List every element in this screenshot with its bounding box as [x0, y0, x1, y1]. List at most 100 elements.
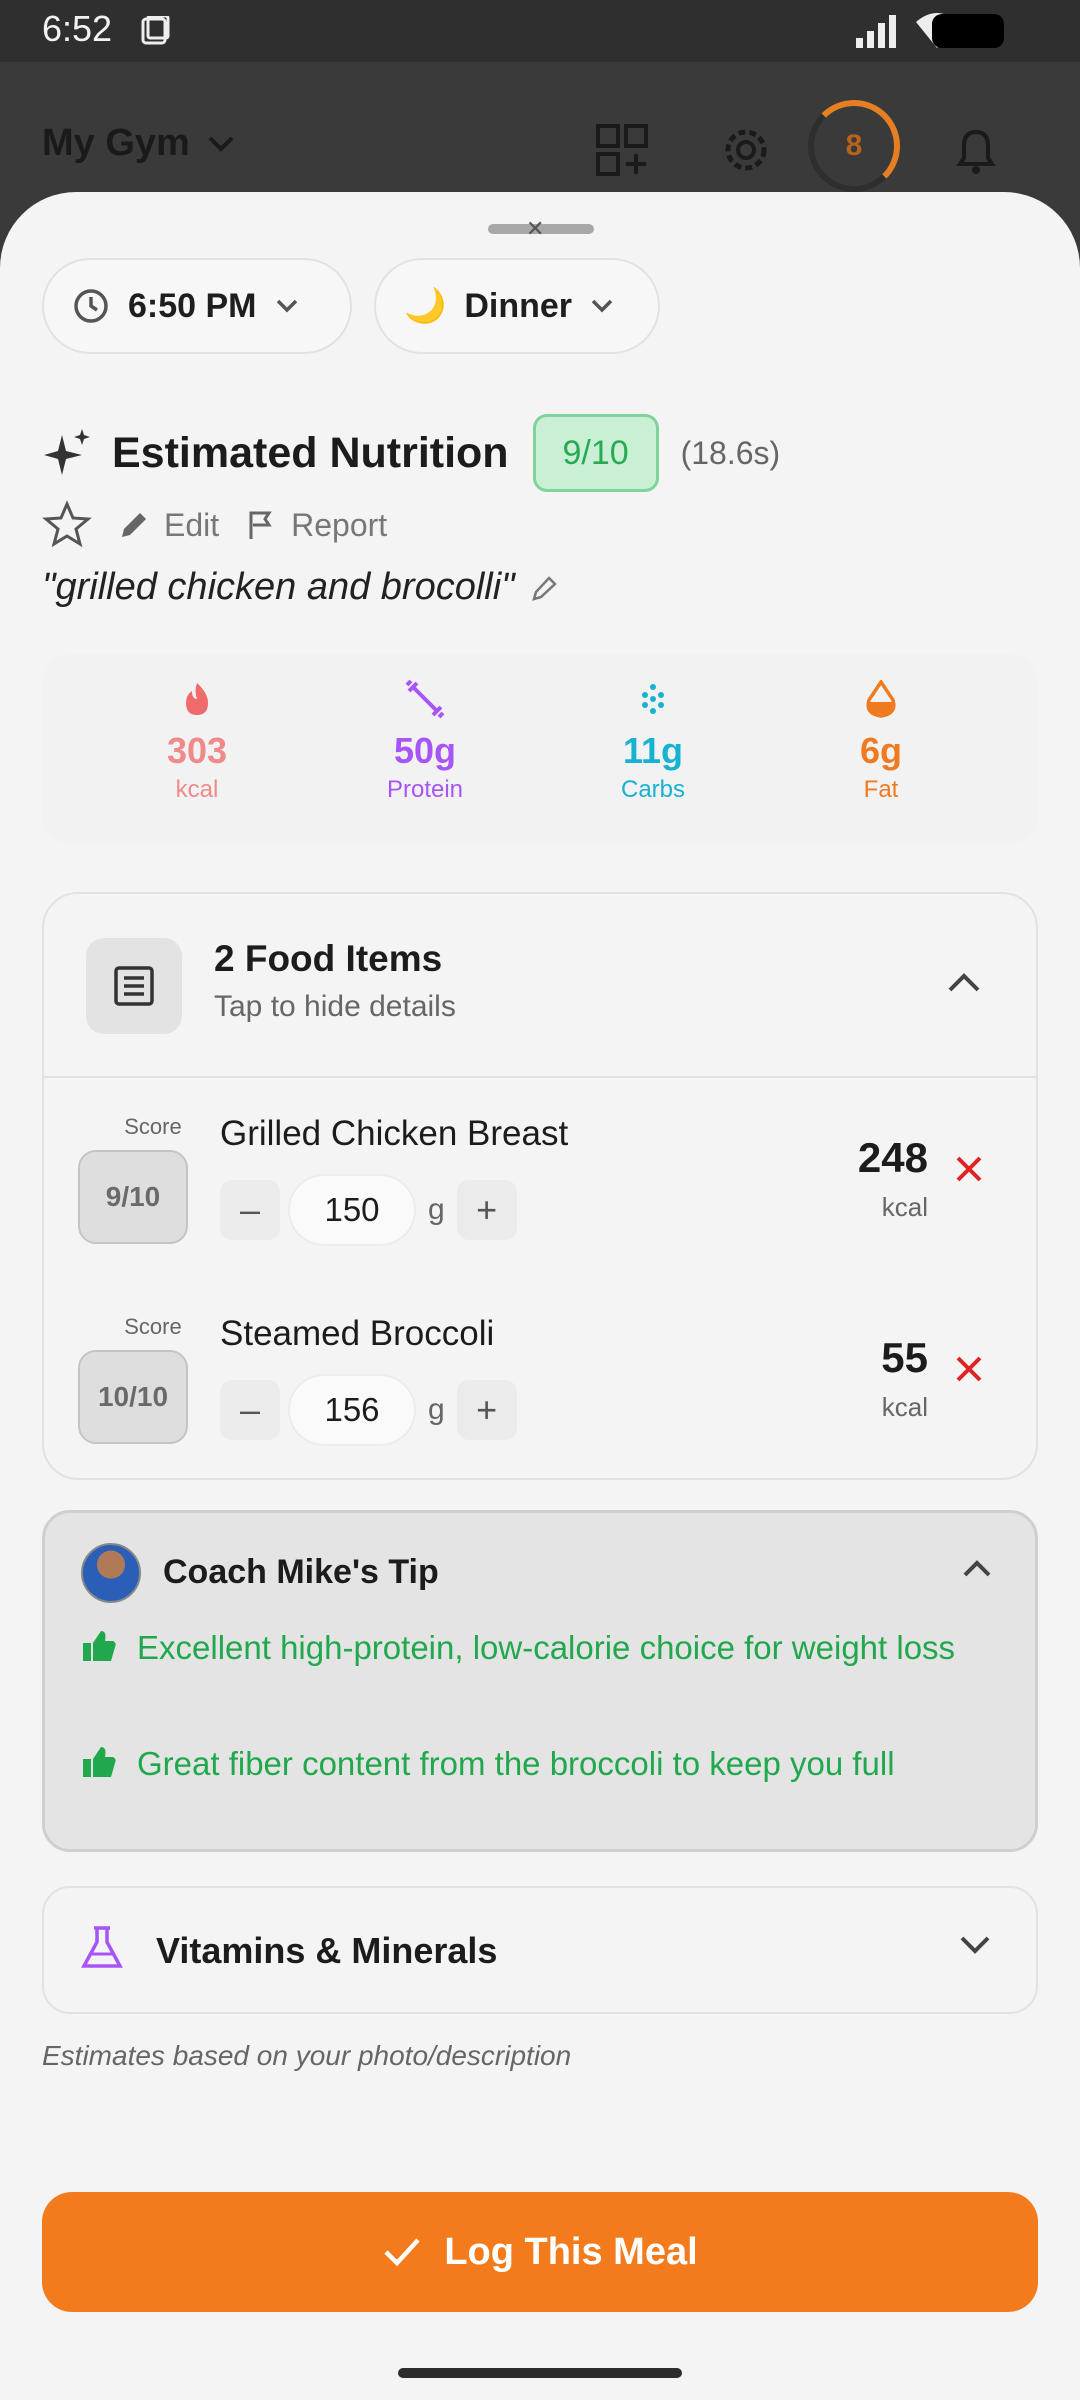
food-item-name: Steamed Broccoli — [220, 1314, 495, 1353]
list-icon — [86, 938, 182, 1034]
meal-actions: Edit Report — [42, 500, 387, 550]
fat-label: Fat — [863, 776, 899, 803]
increase-button[interactable]: + — [456, 1380, 517, 1440]
food-items-header[interactable]: 2 Food Items Tap to hide details — [44, 894, 1036, 1078]
edit-label: Edit — [164, 506, 220, 543]
coach-tip-text: Excellent high-protein, low-calorie choi… — [137, 1629, 956, 1666]
gym-title: My Gym — [42, 122, 190, 164]
streak-count: 8 — [845, 129, 863, 162]
chevron-down-icon — [591, 299, 613, 313]
gym-selector[interactable]: My Gym — [42, 122, 236, 165]
unit-label: g — [428, 1193, 445, 1226]
coach-tip-title: Coach Mike's Tip — [163, 1553, 439, 1591]
item-kcal-value: 248 — [857, 1134, 928, 1181]
pencil-icon — [531, 575, 557, 601]
edit-button[interactable]: Edit — [118, 507, 219, 544]
quantity-input[interactable]: 150 — [288, 1174, 416, 1246]
calories-label: kcal — [175, 776, 219, 803]
food-items-title: 2 Food Items — [214, 938, 443, 979]
chevron-up-icon — [963, 1560, 991, 1577]
protein-value: 50g — [393, 730, 457, 771]
home-indicator[interactable] — [398, 2368, 682, 2378]
estimate-duration: (18.6s) — [680, 434, 781, 471]
item-score-badge: 10/10 — [78, 1350, 188, 1444]
coach-tip-card[interactable]: Coach Mike's Tip Excellent high-protein,… — [42, 1510, 1038, 1852]
clock-icon — [74, 289, 108, 323]
macro-protein: 50g Protein — [335, 674, 515, 804]
vitamins-card[interactable]: Vitamins & Minerals — [42, 1886, 1038, 2014]
food-item: Score 9/10 Grilled Chicken Breast – 150 … — [44, 1078, 1036, 1278]
macros-card: 303 kcal 50g Protein 11g Carbs 6g Fat — [42, 654, 1038, 844]
gear-icon[interactable] — [716, 120, 776, 180]
fat-value: 6g — [859, 730, 902, 771]
status-time: 6:52 — [42, 8, 113, 49]
qr-grid-icon[interactable] — [592, 120, 652, 180]
macro-calories: 303 kcal — [107, 674, 287, 804]
score-label: Score — [124, 1314, 182, 1339]
screenshot-icon — [141, 16, 170, 45]
status-bar: 6:52 — [0, 0, 1080, 62]
coach-tip-text: Great fiber content from the broccoli to… — [137, 1745, 895, 1782]
bell-icon[interactable] — [946, 120, 1006, 180]
chevron-down-icon — [208, 136, 234, 152]
food-item: Score 10/10 Steamed Broccoli – 156 g + 5… — [44, 1278, 1036, 1478]
macro-carbs: 11g Carbs — [563, 674, 743, 804]
flag-icon — [249, 511, 272, 539]
sparkles-icon — [44, 429, 90, 475]
star-icon[interactable] — [42, 500, 92, 550]
food-item-name: Grilled Chicken Breast — [220, 1114, 569, 1153]
log-meal-button[interactable]: Log This Meal — [42, 2192, 1038, 2312]
carbs-label: Carbs — [620, 776, 686, 803]
battery-icon — [932, 14, 1004, 48]
protein-label: Protein — [386, 776, 464, 803]
report-button[interactable]: Report — [245, 507, 387, 544]
check-icon — [384, 2238, 420, 2267]
meal-type-label: Dinner — [464, 286, 573, 325]
estimate-header: Estimated Nutrition 9/10 (18.6s) — [42, 414, 780, 492]
chevron-up-icon — [948, 973, 980, 992]
grain-dots-icon — [642, 684, 664, 714]
report-label: Report — [291, 506, 388, 543]
signal-icon — [856, 15, 896, 48]
dumbbell-icon — [405, 679, 445, 719]
streak-ring[interactable]: 8 — [808, 100, 900, 192]
meal-description-text: "grilled chicken and brocolli" — [42, 566, 515, 608]
increase-button[interactable]: + — [456, 1180, 517, 1240]
macro-fat: 6g Fat — [791, 674, 971, 804]
close-icon[interactable] — [954, 1354, 984, 1384]
thumbs-up-icon — [83, 1631, 116, 1661]
log-meal-label: Log This Meal — [444, 2230, 698, 2273]
food-items-card: 2 Food Items Tap to hide details Score 9… — [42, 892, 1038, 1480]
unit-label: g — [428, 1393, 445, 1426]
meal-sheet: ✕ 6:50 PM 🌙 Dinner Estimated Nutrition 9… — [0, 192, 1080, 2400]
moon-icon: 🌙 — [404, 287, 447, 325]
app-bar: My Gym 8 — [0, 62, 1080, 192]
close-icon[interactable]: ✕ — [526, 216, 544, 242]
meal-type-selector[interactable]: 🌙 Dinner — [374, 258, 660, 354]
coach-tip-item: Excellent high-protein, low-calorie choi… — [81, 1623, 1001, 1673]
vitamins-title: Vitamins & Minerals — [156, 1930, 498, 1971]
flame-icon — [186, 683, 208, 715]
decrease-button[interactable]: – — [220, 1180, 280, 1240]
quantity-input[interactable]: 156 — [288, 1374, 416, 1446]
estimate-note: Estimates based on your photo/descriptio… — [42, 2040, 572, 2071]
thumbs-up-icon — [83, 1747, 116, 1777]
avatar — [81, 1543, 141, 1603]
time-selector[interactable]: 6:50 PM — [42, 258, 352, 354]
close-icon[interactable] — [954, 1154, 984, 1184]
chevron-down-icon — [960, 1936, 990, 1954]
item-kcal-label: kcal — [881, 1192, 928, 1222]
item-kcal-value: 55 — [881, 1334, 928, 1381]
droplet-icon — [866, 680, 896, 718]
calories-value: 303 — [166, 730, 228, 771]
decrease-button[interactable]: – — [220, 1380, 280, 1440]
meal-description[interactable]: "grilled chicken and brocolli" — [42, 566, 559, 609]
meal-score-badge: 9/10 — [532, 414, 659, 492]
food-items-subtitle: Tap to hide details — [214, 990, 456, 1023]
estimate-title: Estimated Nutrition — [112, 428, 509, 477]
quantity-stepper: – 150 g + — [220, 1174, 517, 1246]
time-label: 6:50 PM — [128, 286, 257, 325]
quantity-stepper: – 156 g + — [220, 1374, 517, 1446]
score-label: Score — [124, 1114, 182, 1139]
flask-icon — [81, 1926, 123, 1968]
